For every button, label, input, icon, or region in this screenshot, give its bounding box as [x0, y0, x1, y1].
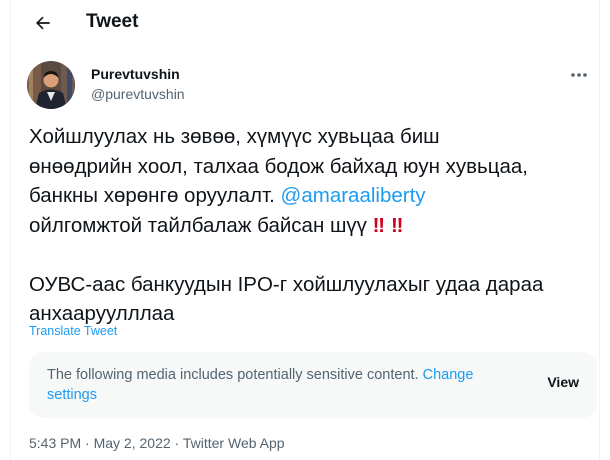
arrow-left-icon — [36, 16, 50, 30]
author-handle[interactable]: @purevtuvshin — [91, 86, 185, 102]
tweet-line: ойлгомжтой тайлбалаж байсан шүү ‼ ‼ — [29, 211, 599, 241]
tweet-text: Хойшлуулах нь зөвөө, хүмүүс хувьцаа биш … — [29, 122, 599, 329]
double-exclamation-emoji: ‼ — [391, 213, 404, 237]
mention-link[interactable]: @amaraaliberty — [281, 184, 426, 207]
author-name[interactable]: Purevtuvshin — [91, 66, 180, 82]
view-button[interactable]: View — [547, 374, 579, 390]
separator: · — [174, 435, 180, 451]
warning-text: The following media includes potentially… — [47, 365, 487, 405]
separator: · — [85, 435, 90, 451]
tweet-meta: 5:43 PM · May 2, 2022 · Twitter Web App — [29, 435, 285, 451]
tweet-text-segment: ойлгомжтой тайлбалаж байсан шүү — [29, 213, 367, 237]
sensitive-media-warning: The following media includes potentially… — [29, 352, 597, 418]
tweet-line: өнөөдрийн хоол, талхаа бодож байхад юун … — [29, 154, 528, 178]
translate-link[interactable]: Translate Tweet — [29, 324, 117, 338]
back-button[interactable] — [29, 9, 57, 37]
tweet-date[interactable]: May 2, 2022 — [94, 435, 171, 451]
more-horizontal-icon — [571, 73, 587, 77]
tweet-page: Tweet Purevtuvshin @purevtuvshin Хойшлуу… — [10, 0, 600, 460]
tweet-line: ОУВС-аас банкуудын IPO-г хойшлуулахыг уд… — [29, 272, 544, 296]
more-button[interactable] — [565, 64, 593, 86]
tweet-line: банкны хөрөнгө оруулалт. @amaraaliberty — [29, 181, 599, 211]
warning-message: The following media includes potentially… — [47, 367, 419, 383]
avatar-image — [27, 61, 75, 109]
tweet-text-segment: банкны хөрөнгө оруулалт. — [29, 184, 275, 207]
double-exclamation-emoji: ‼ — [372, 213, 386, 237]
header: Tweet — [11, 0, 599, 46]
avatar[interactable] — [27, 61, 75, 109]
page-title: Tweet — [86, 11, 139, 32]
tweet-source[interactable]: Twitter Web App — [183, 435, 285, 451]
tweet-line: Хойшлуулах нь зөвөө, хүмүүс хувьцаа биш — [29, 125, 440, 148]
tweet-time[interactable]: 5:43 PM — [29, 435, 81, 451]
